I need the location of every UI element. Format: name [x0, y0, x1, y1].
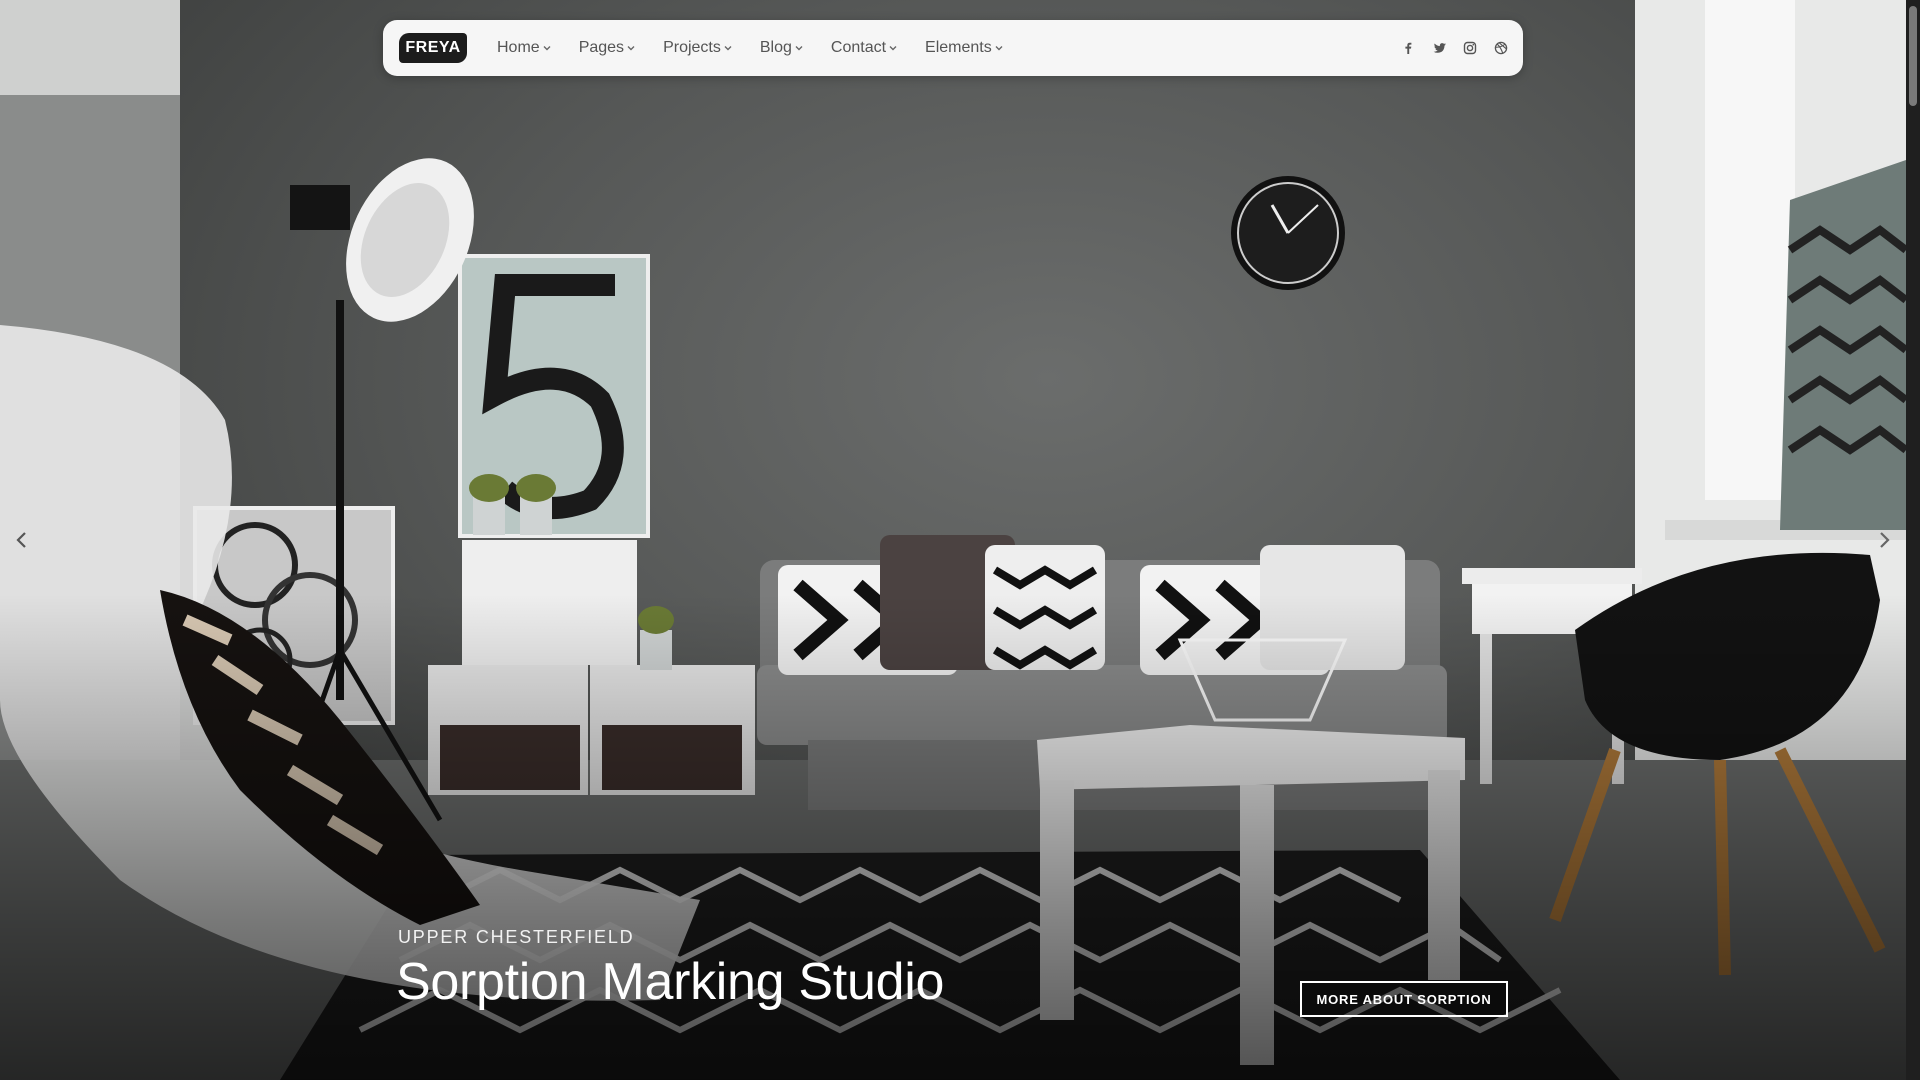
brand-logo[interactable]: FREYA	[399, 33, 467, 63]
chevron-down-icon	[795, 46, 803, 51]
chevron-down-icon	[627, 46, 635, 51]
scrollbar-thumb[interactable]	[1909, 6, 1917, 106]
nav-item-home[interactable]: Home	[497, 39, 552, 57]
nav-item-elements[interactable]: Elements	[925, 39, 1004, 57]
nav-item-projects[interactable]: Projects	[663, 39, 733, 57]
slider-next-arrow-icon[interactable]	[1872, 528, 1896, 552]
chevron-down-icon	[543, 46, 551, 51]
instagram-icon[interactable]	[1462, 40, 1478, 56]
facebook-icon[interactable]	[1400, 40, 1416, 56]
nav-item-label: Elements	[925, 39, 992, 56]
page-scrollbar[interactable]	[1906, 0, 1920, 1080]
main-menu: Home Pages Projects Blog Contact Element…	[497, 20, 1031, 76]
chevron-down-icon	[995, 46, 1003, 51]
nav-item-label: Contact	[830, 39, 887, 56]
chevron-down-icon	[724, 46, 732, 51]
nav-item-pages[interactable]: Pages	[579, 39, 636, 57]
slide-subtitle: UPPER CHESTERFIELD	[398, 927, 635, 947]
top-navbar: FREYA Home Pages Projects Blog Contact E…	[383, 20, 1523, 76]
nav-item-label: Pages	[578, 39, 625, 56]
hero-gradient-overlay	[0, 0, 1906, 1080]
dribbble-icon[interactable]	[1493, 40, 1509, 56]
slide-title: Sorption Marking Studio	[396, 953, 945, 1011]
nav-item-blog[interactable]: Blog	[760, 39, 804, 57]
nav-item-label: Home	[497, 39, 540, 56]
social-links	[1385, 20, 1509, 76]
chevron-down-icon	[889, 46, 897, 51]
more-about-button[interactable]: MORE ABOUT SORPTION	[1300, 981, 1508, 1017]
hero-slider	[0, 0, 1906, 1080]
nav-item-label: Blog	[759, 39, 792, 56]
twitter-icon[interactable]	[1431, 40, 1447, 56]
nav-item-label: Projects	[663, 39, 721, 56]
slider-prev-arrow-icon[interactable]	[10, 528, 34, 552]
nav-item-contact[interactable]: Contact	[831, 39, 898, 57]
